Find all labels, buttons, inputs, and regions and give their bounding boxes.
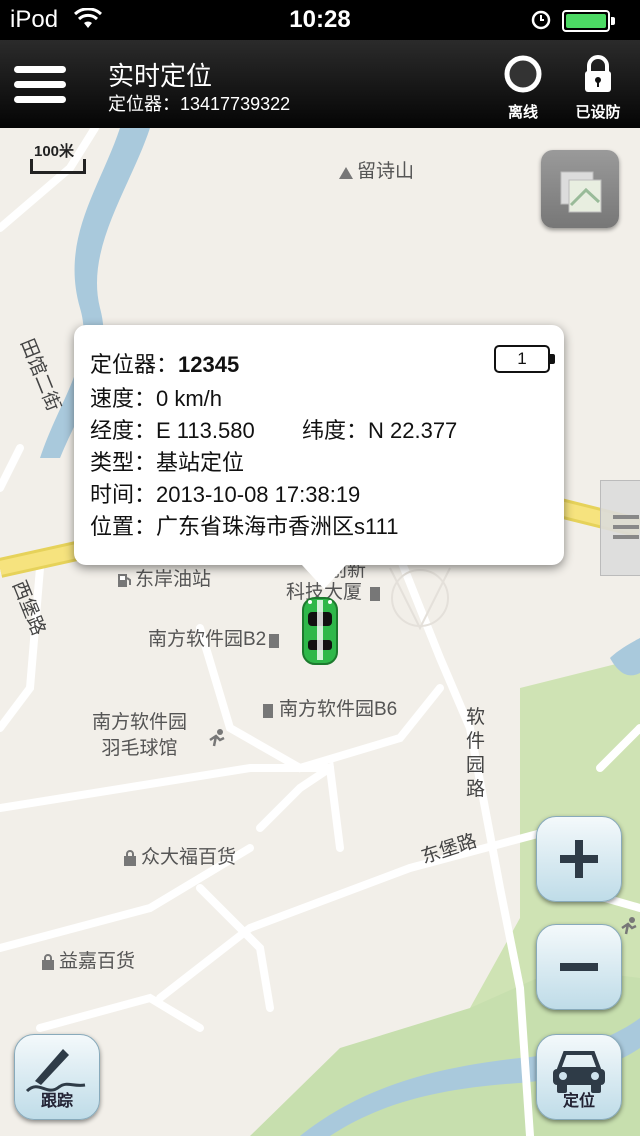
device-label: 定位器： bbox=[90, 352, 179, 377]
side-drawer-handle[interactable] bbox=[600, 480, 640, 576]
location-row: 位置：广东省珠海市香洲区s111 bbox=[90, 514, 399, 539]
battery-icon bbox=[562, 10, 615, 32]
mountain-icon bbox=[339, 166, 353, 179]
poi-zhongdafu[interactable]: 众大福百货 bbox=[122, 842, 236, 869]
layers-icon bbox=[560, 171, 602, 213]
plus-icon bbox=[560, 840, 598, 878]
building-icon bbox=[370, 586, 381, 601]
offline-status-button[interactable]: 离线 bbox=[488, 54, 558, 122]
device-info-popup: 定位器：12345 1 速度：0 km/h 经度：E 113.580 纬度：N … bbox=[74, 325, 564, 589]
map-layer-button[interactable] bbox=[541, 150, 619, 228]
popup-pointer bbox=[302, 565, 346, 589]
alarm-icon bbox=[531, 10, 551, 30]
road-label-software: 软件园路 bbox=[466, 707, 486, 800]
time-row: 时间：2013-10-08 17:38:19 bbox=[90, 482, 361, 507]
poi-building-b2[interactable]: 南方软件园B2 bbox=[148, 624, 285, 651]
scale-label: 100米 bbox=[34, 143, 75, 160]
track-button[interactable]: 跟踪 bbox=[14, 1034, 100, 1120]
device-battery-badge: 1 bbox=[494, 345, 555, 373]
poi-dongan-gas[interactable]: 东岸油站 bbox=[116, 564, 211, 591]
offline-label: 离线 bbox=[507, 104, 538, 121]
coordinates-row: 经度：E 113.580 纬度：N 22.377 bbox=[90, 413, 550, 443]
sports-icon bbox=[209, 729, 225, 747]
poi-building-b6[interactable]: 南方软件园B6 bbox=[260, 694, 397, 721]
app-header: 实时定位 定位器：13417739322 离线 已设防 bbox=[0, 40, 640, 128]
poi-liushi-mountain[interactable]: 留诗山 bbox=[338, 156, 414, 183]
menu-icon bbox=[14, 66, 66, 73]
speed-row: 速度：0 km/h bbox=[90, 386, 223, 411]
type-row: 类型：基站定位 bbox=[90, 450, 245, 475]
armed-status-button[interactable]: 已设防 bbox=[563, 54, 633, 122]
longitude-value: 经度：E 113.580 bbox=[90, 418, 255, 443]
sports-icon bbox=[621, 917, 637, 935]
status-bar: iPod 10:28 bbox=[0, 0, 640, 40]
lock-icon bbox=[585, 55, 611, 92]
shopping-bag-icon bbox=[124, 850, 136, 866]
device-subtitle: 定位器：13417739322 bbox=[108, 94, 291, 114]
menu-button[interactable] bbox=[14, 66, 66, 104]
offline-circle-icon bbox=[504, 55, 542, 93]
poi-yijia[interactable]: 益嘉百货 bbox=[40, 946, 135, 973]
locate-label: 定位 bbox=[562, 1093, 595, 1110]
vehicle-marker-icon[interactable] bbox=[300, 596, 340, 666]
zoom-out-button[interactable] bbox=[536, 924, 622, 1010]
device-id: 12345 bbox=[178, 352, 240, 377]
map-scale: 100米 bbox=[30, 140, 86, 174]
poi-badminton-hall[interactable]: 南方软件园 羽毛球馆 bbox=[92, 710, 187, 762]
gas-station-icon bbox=[118, 573, 131, 587]
armed-label: 已设防 bbox=[575, 104, 621, 121]
minus-icon bbox=[560, 963, 598, 971]
building-icon bbox=[263, 703, 273, 718]
latitude-value: 纬度：N 22.377 bbox=[302, 418, 458, 443]
page-title: 实时定位 bbox=[108, 61, 213, 91]
building-icon bbox=[269, 633, 280, 648]
shopping-bag-icon bbox=[42, 954, 54, 970]
map-view[interactable]: 100米 留诗山 田馆二街 西堡路 东岸油站 创新 科技大厦 南方软件园B2 南… bbox=[0, 128, 640, 1136]
locate-button[interactable]: 定位 bbox=[536, 1034, 622, 1120]
track-label: 跟踪 bbox=[40, 1093, 73, 1110]
zoom-in-button[interactable] bbox=[536, 816, 622, 902]
popup-title-row: 定位器：12345 bbox=[90, 347, 239, 379]
